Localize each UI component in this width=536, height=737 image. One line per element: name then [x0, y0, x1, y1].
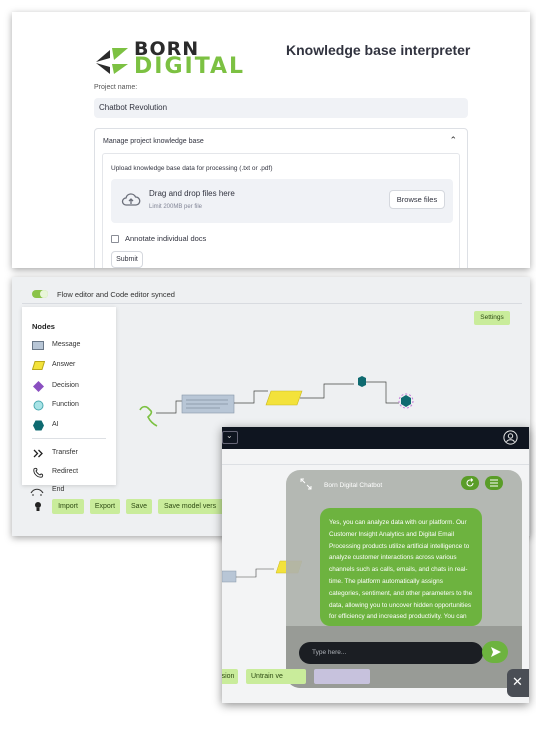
knowledge-base-expander: Manage project knowledge base ⌃ Upload k… [94, 128, 468, 268]
node-label: Message [52, 341, 81, 348]
project-name-label: Project name: [94, 84, 138, 91]
born-digital-logo: BORN DIGITAL [94, 38, 243, 84]
page-title: Knowledge base interpreter [286, 42, 471, 58]
save-model-version-button[interactable]: sion [222, 669, 238, 684]
node-label: Transfer [52, 449, 78, 456]
node-label: AI [52, 421, 59, 428]
dropzone-limit: Limit 200MB per file [149, 204, 203, 210]
node-label: Function [52, 401, 79, 408]
logo-mark-icon [96, 48, 128, 74]
chatbot-preview-panel: ⌄ Born Digital Chatbot Yes, you can anal… [222, 427, 529, 703]
divider [32, 438, 106, 439]
node-item-end[interactable]: End [30, 485, 90, 497]
ai-node[interactable] [358, 376, 366, 387]
knowledge-base-panel: BORN DIGITAL Knowledge base interpreter … [12, 12, 530, 268]
expander-title[interactable]: Manage project knowledge base [103, 138, 204, 145]
node-item-decision[interactable]: Decision [32, 381, 116, 393]
hamburger-icon [490, 479, 498, 487]
node-item-transfer[interactable]: Transfer [32, 448, 116, 460]
node-label: Decision [52, 382, 79, 389]
file-dropzone[interactable]: Drag and drop files here Limit 200MB per… [111, 179, 453, 223]
node-label: Answer [52, 361, 76, 368]
send-button[interactable] [482, 641, 508, 663]
chat-input[interactable]: Type here... [299, 642, 483, 664]
flow-connector [236, 568, 274, 578]
message-node-icon [32, 341, 44, 350]
end-node-icon [30, 488, 44, 496]
node-item-redirect[interactable]: Redirect [32, 467, 116, 479]
upload-label: Upload knowledge base data for processin… [111, 165, 273, 172]
node-item-ai[interactable]: AI [32, 420, 116, 432]
flow-connector [156, 400, 182, 414]
node-label: End [52, 486, 65, 493]
browse-files-button[interactable]: Browse files [389, 190, 445, 209]
close-icon: ✕ [512, 675, 523, 690]
divider [222, 464, 529, 465]
node-item-message[interactable]: Message [32, 340, 116, 352]
chevron-down-icon: ⌄ [226, 431, 233, 440]
nodes-title: Nodes [32, 322, 55, 331]
annotate-checkbox[interactable] [111, 235, 119, 243]
expand-icon[interactable] [300, 478, 312, 490]
chatbot-window: Born Digital Chatbot Yes, you can analyz… [286, 470, 522, 688]
import-button[interactable]: Import [52, 499, 84, 514]
refresh-button[interactable] [461, 476, 479, 490]
flow-connector [300, 383, 354, 399]
chatbot-title: Born Digital Chatbot [324, 482, 383, 489]
ai-node-icon [33, 420, 44, 431]
bot-message-bubble: Yes, you can analyze data with our platf… [320, 508, 482, 626]
submit-button[interactable]: Submit [111, 251, 143, 268]
annotate-label: Annotate individual docs [125, 234, 207, 243]
decision-node-icon [33, 381, 44, 392]
flow-connector [366, 381, 399, 404]
settings-button[interactable]: Settings [474, 311, 510, 325]
flow-connector [234, 390, 268, 404]
node-item-answer[interactable]: Answer [32, 360, 116, 372]
ai-node-selected[interactable] [401, 395, 411, 407]
lightbulb-icon[interactable] [34, 501, 42, 513]
disabled-button [314, 669, 370, 684]
top-bar: ⌄ [222, 427, 529, 449]
node-label: Redirect [52, 468, 79, 475]
nodes-palette: Nodes Message Answer Decision Function A… [22, 307, 116, 485]
dropzone-title: Drag and drop files here [149, 189, 235, 198]
untrain-version-button[interactable]: Untrain ve [246, 669, 306, 684]
logo-text-digital: DIGITAL [134, 54, 246, 79]
divider [22, 303, 522, 304]
cloud-upload-icon [121, 193, 141, 206]
sync-toggle[interactable] [32, 290, 48, 298]
upload-form: Upload knowledge base data for processin… [102, 153, 460, 268]
refresh-icon [466, 478, 474, 487]
project-name-input[interactable]: Chatbot Revolution [94, 98, 468, 118]
sync-label: Flow editor and Code editor synced [57, 290, 175, 299]
answer-node-icon [32, 361, 45, 370]
close-button[interactable]: ✕ [507, 669, 529, 697]
export-button[interactable]: Export [90, 499, 120, 514]
chevron-up-icon[interactable]: ⌃ [449, 135, 457, 146]
save-button[interactable]: Save [126, 499, 152, 514]
user-account-icon[interactable] [503, 430, 518, 445]
message-node [222, 570, 237, 583]
dropdown-toggle[interactable]: ⌄ [222, 431, 238, 444]
save-model-version-button[interactable]: Save model vers [158, 499, 224, 514]
send-icon [491, 647, 501, 657]
function-node-icon [33, 400, 44, 411]
answer-node[interactable] [265, 390, 303, 406]
node-item-function[interactable]: Function [32, 400, 116, 412]
redirect-node-icon [33, 467, 44, 478]
transfer-node-icon [33, 449, 43, 458]
phone-start-icon[interactable] [139, 405, 158, 427]
menu-button[interactable] [485, 476, 503, 490]
flow-canvas[interactable] [116, 357, 416, 437]
